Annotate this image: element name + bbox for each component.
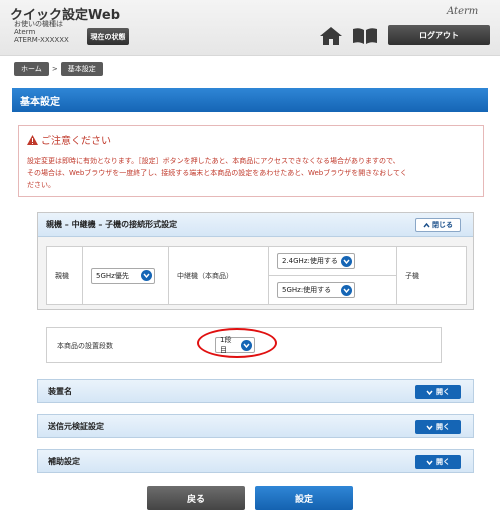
connection-section-title: 親機 – 中継機 – 子機の接続形式設定 (46, 220, 178, 229)
open-section-label: 開く (436, 458, 450, 466)
child-label: 子機 (396, 246, 467, 305)
chevron-down-icon (426, 460, 433, 465)
chevron-down-icon (341, 284, 352, 296)
open-section-button[interactable]: 開く (415, 385, 461, 399)
breadcrumb: ホーム > 基本設定 (14, 62, 103, 76)
caution-title: ご注意ください (41, 136, 111, 147)
parent-label: 親機 (46, 246, 83, 305)
section-title: 補助設定 (48, 456, 80, 466)
open-section-button[interactable]: 開く (415, 455, 461, 469)
close-section-label: 閉じる (432, 221, 453, 229)
repeater-select-cell-top: 2.4GHz:使用する (268, 246, 397, 276)
logout-button[interactable]: ログアウト (388, 25, 490, 45)
section-source-verification[interactable]: 送信元検証設定 開く (37, 414, 474, 438)
connection-settings-panel: 親機 – 中継機 – 子機の接続形式設定 閉じる 親機 5GHz優先 中継機（本… (37, 212, 474, 310)
parent-mode-value: 5GHz優先 (96, 271, 129, 280)
back-button[interactable]: 戻る (147, 486, 245, 510)
chevron-down-icon (341, 255, 352, 267)
aterm-logo: Aterm (447, 6, 479, 17)
device-name: Aterm (14, 28, 36, 36)
section-auxiliary[interactable]: 補助設定 開く (37, 449, 474, 473)
home-icon[interactable] (320, 26, 342, 46)
device-caption: お使いの機種は (14, 20, 63, 28)
open-section-label: 開く (436, 388, 450, 396)
breadcrumb-home[interactable]: ホーム (14, 62, 49, 76)
caution-line: 設定変更は即時に有効となります。［設定］ボタンを押したあと、本商品にアクセスでき… (27, 157, 400, 165)
install-count-label: 本商品の設置段数 (57, 342, 113, 350)
parent-mode-select[interactable]: 5GHz優先 (91, 267, 155, 284)
open-section-label: 開く (436, 423, 450, 431)
chevron-down-icon (426, 425, 433, 430)
repeater-5ghz-value: 5GHz:使用する (282, 286, 332, 294)
repeater-24ghz-select[interactable]: 2.4GHz:使用する (277, 253, 355, 269)
connection-table: 親機 5GHz優先 中継機（本商品） 2.4GHz:使用する 子機 5GHz:使… (46, 246, 467, 305)
apply-button[interactable]: 設定 (255, 486, 353, 510)
connection-section-header[interactable]: 親機 – 中継機 – 子機の接続形式設定 閉じる (38, 213, 473, 237)
chevron-down-icon (141, 270, 152, 281)
current-status-button[interactable]: 現在の状態 (87, 28, 129, 45)
chevron-up-icon (423, 222, 430, 227)
caution-text: 設定変更は即時に有効となります。［設定］ボタンを押したあと、本商品にアクセスでき… (27, 155, 475, 191)
repeater-label: 中継機（本商品） (168, 246, 269, 305)
warning-icon (27, 134, 38, 145)
section-title: 装置名 (48, 386, 72, 396)
caution-line: ださい。 (27, 181, 55, 189)
device-id: ATERM-XXXXXX (14, 36, 69, 44)
breadcrumb-separator: > (51, 65, 58, 73)
close-section-button[interactable]: 閉じる (415, 218, 461, 232)
repeater-select-cell-bottom: 5GHz:使用する (268, 275, 397, 305)
repeater-24ghz-value: 2.4GHz:使用する (282, 257, 338, 265)
page-title: 基本設定 (12, 88, 488, 112)
chevron-down-icon (426, 390, 433, 395)
section-device-name[interactable]: 装置名 開く (37, 379, 474, 403)
breadcrumb-current: 基本設定 (60, 62, 103, 76)
manual-icon[interactable] (352, 27, 378, 45)
highlight-circle (197, 328, 277, 358)
caution-line: その場合は、Webブラウザを一度終了し、接続する端末と本商品の設定をあわせたあと… (27, 169, 407, 177)
repeater-5ghz-select[interactable]: 5GHz:使用する (277, 282, 355, 298)
parent-select-cell: 5GHz優先 (82, 246, 169, 305)
section-title: 送信元検証設定 (48, 421, 104, 431)
caution-title-row: ご注意ください (27, 132, 475, 147)
caution-box: ご注意ください 設定変更は即時に有効となります。［設定］ボタンを押したあと、本商… (18, 125, 484, 197)
top-header: クイック設定Web お使いの機種は Aterm ATERM-XXXXXX 現在の… (0, 0, 500, 56)
open-section-button[interactable]: 開く (415, 420, 461, 434)
